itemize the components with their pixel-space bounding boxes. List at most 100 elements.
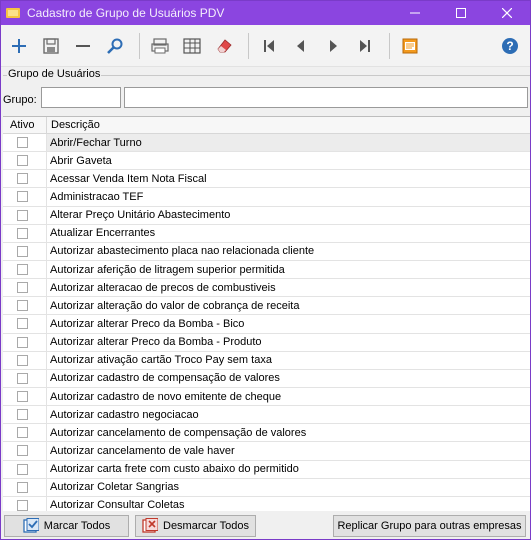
ativo-checkbox[interactable] [17,391,28,403]
ativo-cell [3,406,47,424]
ativo-cell [3,134,47,152]
table-row[interactable]: Autorizar cadastro de novo emitente de c… [3,387,530,407]
column-header-ativo[interactable]: Ativo [3,117,47,133]
marcar-todos-label: Marcar Todos [43,520,111,532]
table-row[interactable]: Autorizar alterar Preco da Bomba - Bico [3,315,530,334]
export-icon [402,38,418,53]
table-row[interactable]: Administracao TEF [3,188,530,207]
ativo-cell [3,297,47,315]
ativo-checkbox[interactable] [17,372,28,384]
last-button[interactable] [351,30,379,62]
group-box: Grupo de Usuários Grupo: [3,68,530,115]
ativo-checkbox[interactable] [17,336,28,348]
search-icon [107,38,123,54]
next-button[interactable] [319,30,347,62]
ativo-cell [3,333,47,351]
table-row[interactable]: Autorizar ativação cartão Troco Pay sem … [3,351,530,370]
ativo-checkbox[interactable] [17,173,28,185]
grid-header: Ativo Descrição [3,117,530,134]
replicar-grupo-button[interactable]: Replicar Grupo para outras empresas [333,515,526,537]
table-row[interactable]: Autorizar alterar Preco da Bomba - Produ… [3,333,530,352]
first-button[interactable] [255,30,283,62]
ativo-checkbox[interactable] [17,354,28,366]
table-row[interactable]: Autorizar alteração do valor de cobrança… [3,297,530,316]
table-row[interactable]: Alterar Preço Unitário Abastecimento [3,206,530,225]
table-row[interactable]: Autorizar cadastro de compensação de val… [3,369,530,388]
help-button[interactable]: ? [496,30,524,62]
export-button[interactable] [396,30,424,62]
group-box-legend: Grupo de Usuários [7,68,102,80]
ativo-cell [3,460,47,478]
ativo-cell [3,478,47,496]
descricao-cell: Autorizar abastecimento placa nao relaci… [50,245,315,258]
table-row[interactable]: Abrir Gaveta [3,152,530,171]
clear-button[interactable] [210,30,238,62]
ativo-checkbox[interactable] [17,191,28,203]
svg-text:?: ? [506,39,513,53]
descricao-cell: Autorizar alteracao de precos de combust… [50,281,276,294]
minimize-button[interactable] [392,1,438,25]
ativo-checkbox[interactable] [17,209,28,221]
grupo-name-input[interactable] [124,87,528,108]
marcar-todos-button[interactable]: Marcar Todos [4,515,129,537]
ativo-checkbox[interactable] [17,499,28,511]
descricao-cell: Autorizar cancelamento de vale haver [50,444,235,457]
ativo-checkbox[interactable] [17,463,28,475]
ativo-cell [3,442,47,460]
descricao-cell: Autorizar Consultar Coletas [50,499,185,511]
table-row[interactable]: Autorizar cancelamento de vale haver [3,442,530,461]
descricao-cell: Acessar Venda Item Nota Fiscal [50,172,207,185]
print-button[interactable] [146,30,174,62]
table-row[interactable]: Abrir/Fechar Turno [3,134,530,153]
descricao-cell: Abrir Gaveta [50,154,112,167]
grid-view-button[interactable] [178,30,206,62]
table-row[interactable]: Autorizar cancelamento de compensação de… [3,424,530,443]
descricao-cell: Alterar Preço Unitário Abastecimento [50,209,231,222]
delete-button[interactable] [69,30,97,62]
ativo-checkbox[interactable] [17,282,28,294]
new-button[interactable] [5,30,33,62]
search-button[interactable] [101,30,129,62]
ativo-cell [3,260,47,279]
ativo-cell [3,315,47,333]
ativo-checkbox[interactable] [17,409,28,421]
ativo-cell [3,387,47,406]
eraser-icon [217,38,232,52]
desmarcar-todos-button[interactable]: Desmarcar Todos [135,515,256,537]
ativo-checkbox[interactable] [17,427,28,439]
ativo-checkbox[interactable] [17,300,28,312]
ativo-checkbox[interactable] [17,318,28,330]
plus-icon [12,38,26,53]
table-row[interactable]: Autorizar cadastro negociacao [3,406,530,425]
replicar-grupo-label: Replicar Grupo para outras empresas [337,520,522,532]
ativo-checkbox[interactable] [17,155,28,167]
table-row[interactable]: Autorizar abastecimento placa nao relaci… [3,242,530,261]
ativo-checkbox[interactable] [17,245,28,257]
ativo-cell [3,224,47,242]
close-button[interactable] [484,1,530,25]
toolbar: ? [1,25,530,67]
save-button[interactable] [37,30,65,62]
ativo-checkbox[interactable] [17,227,28,239]
grupo-label: Grupo: [3,94,37,106]
table-row[interactable]: Autorizar Consultar Coletas [3,496,530,511]
ativo-cell [3,170,47,188]
table-row[interactable]: Acessar Venda Item Nota Fiscal [3,170,530,189]
table-row[interactable]: Autorizar Coletar Sangrias [3,478,530,497]
ativo-checkbox[interactable] [17,481,28,493]
ativo-cell [3,369,47,387]
ativo-cell [3,242,47,260]
ativo-cell [3,424,47,442]
ativo-checkbox[interactable] [17,264,28,276]
maximize-button[interactable] [438,1,484,25]
ativo-checkbox[interactable] [17,445,28,457]
table-row[interactable]: Autorizar alteracao de precos de combust… [3,279,530,298]
grupo-code-input[interactable] [41,87,121,108]
table-row[interactable]: Autorizar aferição de litragem superior … [3,260,530,280]
table-row[interactable]: Atualizar Encerrantes [3,224,530,243]
prev-button[interactable] [287,30,315,62]
descricao-cell: Autorizar cancelamento de compensação de… [50,426,307,439]
ativo-checkbox[interactable] [17,137,28,149]
table-row[interactable]: Autorizar carta frete com custo abaixo d… [3,460,530,479]
column-header-descricao[interactable]: Descrição [47,117,530,133]
